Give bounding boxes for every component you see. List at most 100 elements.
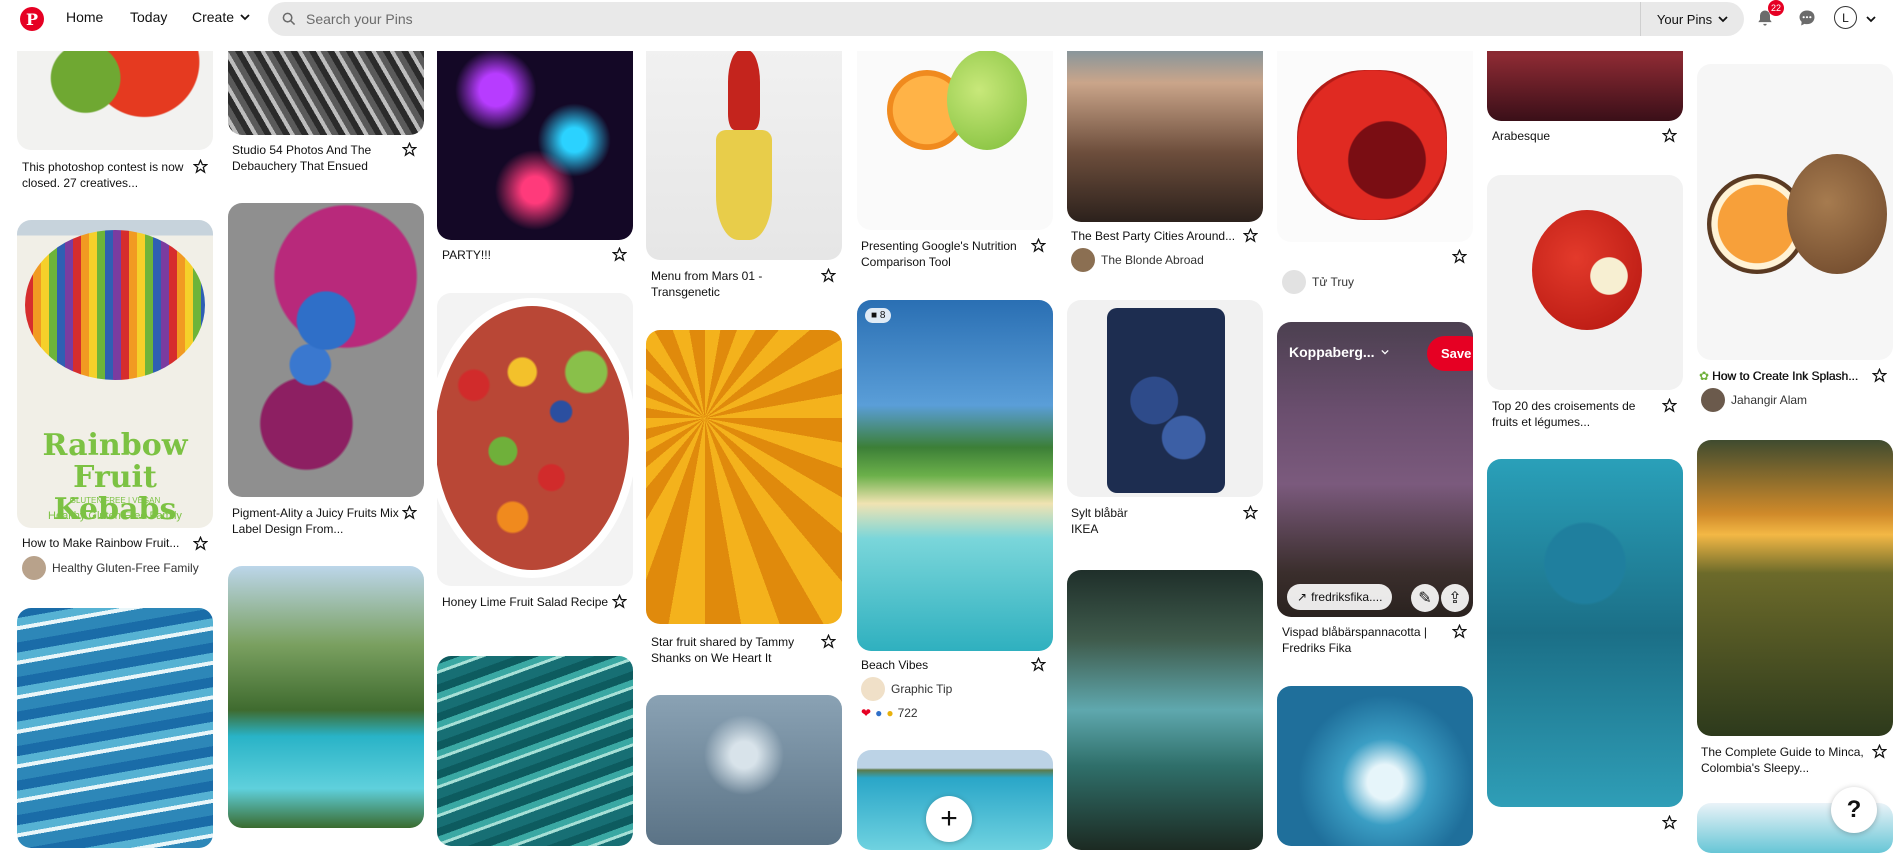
pin-title[interactable]: PARTY!!! (442, 247, 612, 263)
star-icon[interactable] (1872, 744, 1887, 759)
pin-title[interactable]: Honey Lime Fruit Salad Recipe (442, 594, 612, 610)
star-icon[interactable] (193, 536, 208, 551)
pin-image-sea-surface[interactable] (437, 656, 633, 846)
nav-today[interactable]: Today (130, 9, 167, 25)
star-icon[interactable] (1243, 228, 1258, 243)
overlay-subtitle: GLUTEN FREE | VEGAN (69, 496, 161, 505)
user-avatar[interactable]: L (1834, 6, 1857, 29)
star-icon[interactable] (1872, 368, 1887, 383)
pin-subtitle[interactable]: IKEA (1071, 521, 1241, 537)
pin-image-blueberry-pannacotta[interactable]: Koppaberg... Save ↗ fredriksfika.... ✎ ⇪ (1277, 322, 1473, 617)
search-input[interactable]: Search your Pins (306, 11, 413, 27)
pinterest-logo-icon[interactable]: P (20, 7, 44, 31)
your-pins-dropdown[interactable]: Your Pins (1640, 2, 1744, 36)
board-selector[interactable]: Koppaberg... (1289, 344, 1389, 360)
pin-title[interactable]: Beach Vibes (861, 657, 1031, 673)
chevron-down-icon (1380, 349, 1389, 355)
star-icon[interactable] (612, 594, 627, 609)
star-icon[interactable] (612, 247, 627, 262)
pin-image-underwater-arch[interactable] (1487, 459, 1683, 807)
pin-image-fruit-salad[interactable] (437, 293, 633, 586)
pin-title-text[interactable]: How to Create Ink Splash... (1712, 368, 1872, 384)
chevron-down-icon (240, 14, 250, 21)
pin-title[interactable]: Vispad blåbärspannacotta | Fredriks Fika (1282, 624, 1452, 656)
pin-title[interactable]: Arabesque (1492, 128, 1662, 144)
pin-title[interactable]: The Best Party Cities Around... (1071, 228, 1241, 244)
pin-image-wave[interactable] (1277, 686, 1473, 846)
star-icon[interactable] (402, 142, 417, 157)
pin-image-juicy-fruits[interactable] (228, 203, 424, 497)
image-count: 8 (879, 310, 886, 321)
pin-grid: This photoshop contest is now closed. 27… (0, 0, 1894, 853)
star-icon[interactable] (821, 634, 836, 649)
search-icon (282, 12, 296, 26)
pin-title[interactable]: How to Make Rainbow Fruit... (22, 535, 192, 551)
board-name: Koppaberg... (1289, 344, 1375, 360)
top-navigation-bar: P Home Today Create Search your Pins You… (0, 0, 1894, 51)
star-icon[interactable] (1243, 505, 1258, 520)
avatar (1701, 388, 1725, 412)
images-icon: ■ (871, 310, 878, 321)
pin-title[interactable]: Presenting Google's Nutrition Comparison… (861, 238, 1031, 270)
pin-image-water-painting[interactable] (17, 608, 213, 848)
author-name: The Blonde Abroad (1101, 253, 1204, 267)
star-icon[interactable] (402, 505, 417, 520)
pin-author[interactable]: Graphic Tip (861, 677, 952, 701)
pin-title[interactable]: This photoshop contest is now closed. 27… (22, 159, 192, 191)
help-button[interactable]: ? (1831, 787, 1877, 833)
pin-title[interactable]: Pigment-Ality a Juicy Fruits Mix Label D… (232, 505, 402, 537)
arrow-up-right-icon: ↗ (1297, 590, 1308, 604)
star-icon[interactable] (1031, 238, 1046, 253)
pin-author[interactable]: Jahangir Alam (1701, 388, 1807, 412)
author-name: Tử Truy (1312, 275, 1355, 289)
avatar (1071, 248, 1095, 272)
star-icon[interactable] (1031, 657, 1046, 672)
pin-title[interactable]: Sylt blåbär (1071, 505, 1241, 521)
pin-title[interactable]: Studio 54 Photos And The Debauchery That… (232, 142, 402, 174)
nav-create[interactable]: Create (192, 9, 250, 25)
image-count-chip: ■ 8 (865, 308, 892, 323)
chevron-down-icon[interactable] (1866, 14, 1876, 24)
author-name: Graphic Tip (891, 682, 953, 696)
nav-home[interactable]: Home (66, 9, 103, 25)
star-icon[interactable] (1662, 398, 1677, 413)
star-icon[interactable] (821, 268, 836, 283)
pin-image-sylt-blabar[interactable] (1067, 300, 1263, 497)
pin-author[interactable]: The Blonde Abroad (1071, 248, 1204, 272)
pin-title[interactable]: Top 20 des croisements de fruits et légu… (1492, 398, 1662, 430)
star-icon[interactable] (193, 159, 208, 174)
chevron-down-icon (1718, 16, 1728, 23)
pin-image-forest-path[interactable] (1067, 570, 1263, 850)
share-icon: ⇪ (1448, 590, 1462, 607)
pin-author[interactable]: Healthy Gluten-Free Family (22, 556, 199, 580)
pin-image-orange-coconut[interactable] (1697, 64, 1893, 360)
add-pin-button[interactable]: + (926, 796, 972, 842)
reaction-icons: ● (886, 706, 894, 720)
pin-title[interactable]: Star fruit shared by Tammy Shanks on We … (651, 634, 821, 666)
pin-image-beach-vibes[interactable]: ■ 8 (857, 300, 1053, 651)
star-icon[interactable] (1452, 249, 1467, 264)
pin-image-rainbow-fruit-kebabs[interactable]: Rainbow Fruit Kebabs GLUTEN FREE | VEGAN… (17, 220, 213, 528)
share-button[interactable]: ⇪ (1441, 584, 1469, 612)
pin-image-tropical-pool[interactable] (228, 566, 424, 828)
pin-author[interactable]: Tử Truy (1282, 270, 1354, 294)
edit-button[interactable]: ✎ (1411, 584, 1439, 612)
search-bar[interactable]: Search your Pins Your Pins (268, 2, 1744, 36)
pin-image-apple-bite[interactable] (1487, 175, 1683, 390)
pin-image-minca-colombia[interactable] (1697, 440, 1893, 736)
avatar (861, 677, 885, 701)
star-icon[interactable] (1662, 128, 1677, 143)
save-button[interactable]: Save (1427, 336, 1473, 371)
pencil-icon: ✎ (1418, 590, 1432, 607)
messages-icon[interactable] (1795, 6, 1819, 30)
avatar (22, 556, 46, 580)
pin-image-water-splash[interactable] (646, 695, 842, 845)
link-text: fredriksfika.... (1311, 590, 1383, 604)
source-link[interactable]: ↗ fredriksfika.... (1287, 584, 1393, 610)
star-icon[interactable] (1452, 624, 1467, 639)
pin-title[interactable]: The Complete Guide to Minca, Colombia's … (1701, 744, 1871, 776)
pin-image-star-fruit[interactable] (646, 330, 842, 624)
reactions[interactable]: ❤ ● ● 722 (861, 706, 918, 720)
star-icon[interactable] (1662, 815, 1677, 830)
pin-title[interactable]: Menu from Mars 01 - Transgenetic (651, 268, 821, 300)
